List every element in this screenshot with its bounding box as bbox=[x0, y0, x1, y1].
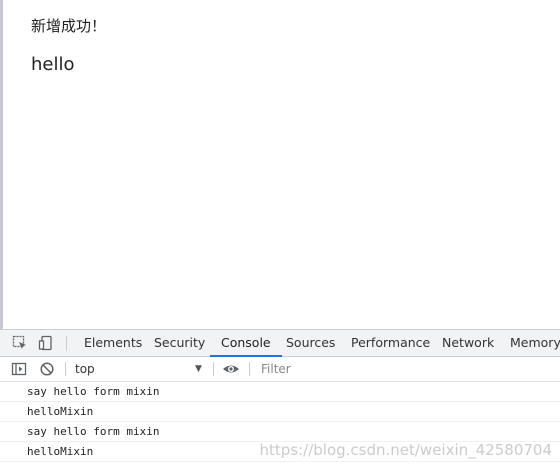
console-output: say hello form mixin helloMixin say hell… bbox=[0, 382, 560, 468]
eye-icon[interactable] bbox=[222, 361, 239, 377]
tab-elements[interactable]: Elements bbox=[84, 330, 142, 356]
success-message: 新增成功！ bbox=[31, 17, 107, 35]
devtools-panel: Elements Security Console Sources Perfor… bbox=[0, 329, 560, 468]
toolbar-separator bbox=[65, 362, 66, 376]
device-toggle-icon[interactable] bbox=[38, 335, 54, 351]
tab-sources[interactable]: Sources bbox=[286, 330, 335, 356]
context-selector[interactable]: top bbox=[75, 357, 95, 381]
tab-memory[interactable]: Memory bbox=[510, 330, 560, 356]
page-content: 新增成功！ hello bbox=[0, 0, 560, 329]
tab-network[interactable]: Network bbox=[442, 330, 494, 356]
tab-console[interactable]: Console bbox=[210, 330, 282, 357]
clear-console-icon[interactable] bbox=[39, 361, 55, 377]
console-log-row: say hello form mixin bbox=[0, 382, 560, 402]
dropdown-arrow-icon[interactable]: ▼ bbox=[195, 357, 202, 381]
console-log-row: helloMixin bbox=[0, 442, 560, 462]
devtools-tabbar: Elements Security Console Sources Perfor… bbox=[0, 330, 560, 357]
tab-security[interactable]: Security bbox=[154, 330, 205, 356]
console-log-row: helloMixin bbox=[0, 402, 560, 422]
tabbar-separator bbox=[66, 336, 67, 351]
filter-input[interactable] bbox=[254, 359, 560, 379]
hello-text: hello bbox=[31, 54, 75, 75]
inspect-element-icon[interactable] bbox=[12, 335, 28, 351]
toolbar-separator bbox=[249, 362, 250, 376]
sidebar-toggle-icon[interactable] bbox=[11, 361, 27, 377]
console-log-row: say hello form mixin bbox=[0, 422, 560, 442]
console-toolbar: top ▼ bbox=[0, 357, 560, 382]
tab-performance[interactable]: Performance bbox=[351, 330, 430, 356]
toolbar-separator bbox=[213, 362, 214, 376]
